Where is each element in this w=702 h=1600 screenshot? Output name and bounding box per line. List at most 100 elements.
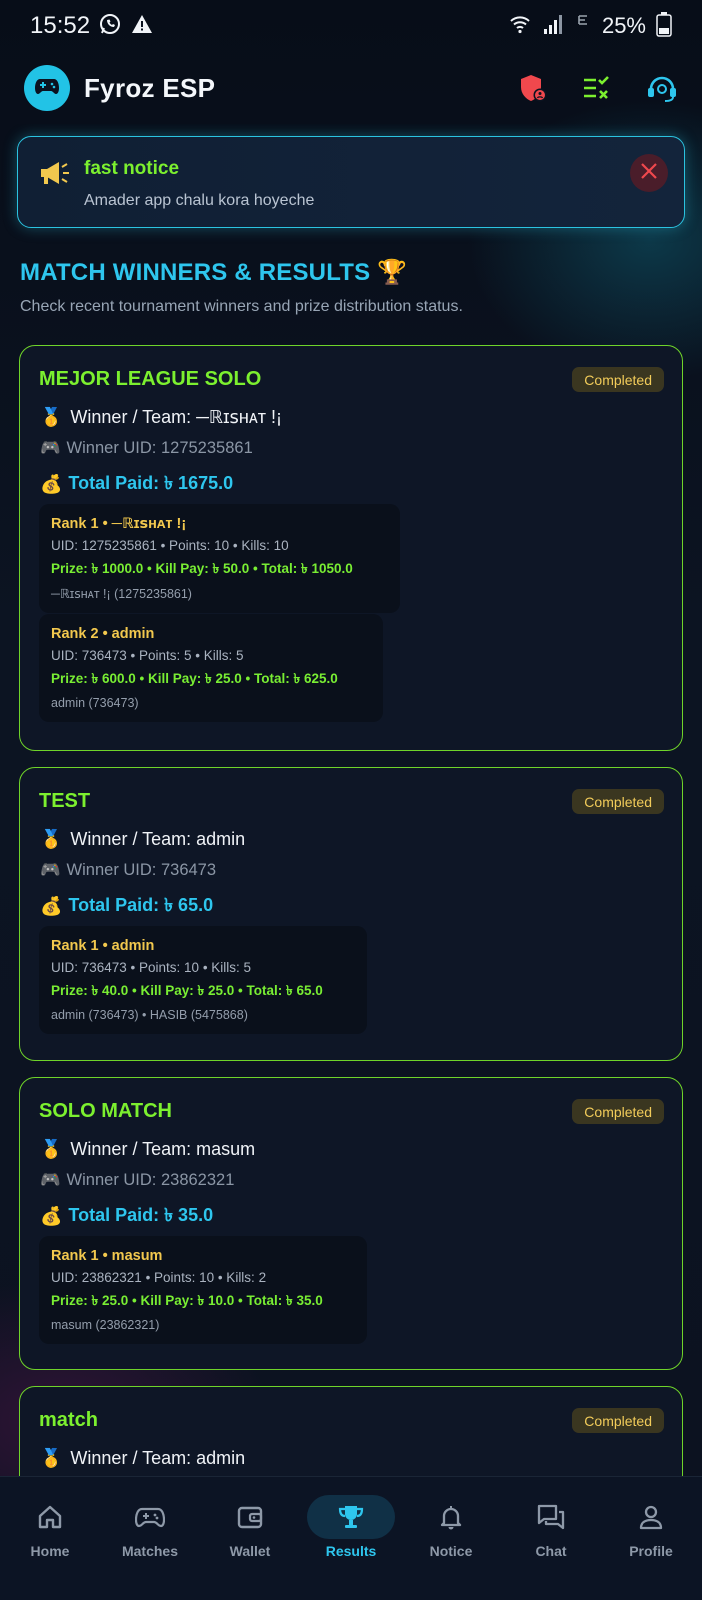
winner-line: 🥇 Winner / Team: masum	[40, 1139, 255, 1160]
status-badge: Completed	[572, 789, 664, 814]
nav-label: Home	[30, 1543, 70, 1559]
section-subtitle: Check recent tournament winners and priz…	[20, 298, 463, 315]
medal-icon: 🥇	[40, 829, 63, 849]
nav-label: Matches	[121, 1543, 179, 1559]
status-badge: Completed	[572, 367, 664, 392]
signal-secondary-icon	[576, 13, 592, 40]
rank-title: Rank 1 • ─ℝɪꜱʜᴀᴛ !¡	[51, 516, 187, 532]
section-title: MATCH WINNERS & RESULTS 🏆	[20, 259, 408, 286]
rank-stats: UID: 736473 • Points: 10 • Kills: 5	[51, 960, 252, 975]
total-paid-text: Total Paid: ৳ 35.0	[68, 1205, 214, 1225]
total-paid-text: Total Paid: ৳ 65.0	[68, 895, 214, 915]
battery-icon	[656, 11, 672, 42]
nav-notice[interactable]: Notice	[406, 1495, 496, 1575]
battery-percent: 25%	[601, 13, 646, 38]
notice-close-button[interactable]	[630, 154, 668, 192]
winner-text: Winner / Team: admin	[70, 1448, 246, 1468]
rank-members: masum (23862321)	[51, 1318, 160, 1332]
money-bag-icon: 💰	[40, 474, 63, 494]
nav-profile[interactable]: Profile	[606, 1495, 696, 1575]
rank-members: admin (736473)	[51, 696, 139, 710]
winner-uid-line: 🎮 Winner UID: 23862321	[40, 1171, 234, 1190]
app-header: Fyroz ESP	[0, 52, 702, 124]
notice-title: fast notice	[84, 158, 180, 179]
gamepad-icon: 🎮	[40, 861, 61, 879]
match-title: MEJOR LEAGUE SOLO	[39, 368, 262, 390]
close-icon	[640, 162, 658, 185]
total-paid-line: 💰 Total Paid: ৳ 35.0	[40, 1201, 213, 1232]
app-title: Fyroz ESP	[84, 72, 216, 103]
support-headset-icon[interactable]	[646, 73, 678, 103]
winner-line: 🥇 Winner / Team: admin	[40, 1448, 245, 1469]
nav-chat[interactable]: Chat	[506, 1495, 596, 1575]
gamepad-icon	[135, 1495, 165, 1539]
nav-home[interactable]: Home	[5, 1495, 95, 1575]
match-title: SOLO MATCH	[39, 1100, 172, 1122]
checklist-icon[interactable]	[582, 75, 612, 101]
rank-members: ─ℝɪꜱʜᴀᴛ !¡ (1275235861)	[51, 587, 192, 601]
winner-text: Winner / Team: ─ℝɪꜱʜᴀᴛ !¡	[70, 407, 283, 427]
nav-wallet[interactable]: Wallet	[205, 1495, 295, 1575]
medal-icon: 🥇	[40, 1448, 63, 1468]
winner-line: 🥇 Winner / Team: admin	[40, 829, 245, 850]
notice-body: Amader app chalu kora hoyeche	[84, 192, 315, 209]
results-content[interactable]: fast notice Amader app chalu kora hoyech…	[0, 124, 702, 1476]
nav-matches[interactable]: Matches	[105, 1495, 195, 1575]
rank-title: Rank 1 • admin	[51, 938, 155, 954]
gamepad-logo-icon	[34, 76, 60, 101]
rank-prize: Prize: ৳ 25.0 • Kill Pay: ৳ 10.0 • Total…	[51, 1293, 323, 1308]
rank-prize: Prize: ৳ 40.0 • Kill Pay: ৳ 25.0 • Total…	[51, 983, 323, 998]
status-bar: 15:52 25%	[0, 0, 702, 52]
winner-text: Winner / Team: masum	[70, 1139, 256, 1159]
gamepad-icon: 🎮	[40, 439, 61, 457]
megaphone-icon	[38, 159, 70, 192]
total-paid-text: Total Paid: ৳ 1675.0	[68, 473, 234, 493]
nav-label: Wallet	[229, 1543, 271, 1559]
warning-icon	[130, 12, 154, 41]
rank-stats: UID: 23862321 • Points: 10 • Kills: 2	[51, 1270, 267, 1285]
whatsapp-icon	[98, 12, 122, 41]
rank-members: admin (736473) • HASIB (5475868)	[51, 1008, 248, 1022]
trophy-icon	[307, 1495, 395, 1539]
match-card[interactable]: TEST Completed 🥇 Winner / Team: admin 🎮 …	[19, 767, 683, 1061]
winner-uid-line: 🎮 Winner UID: 736473	[40, 861, 216, 880]
home-icon	[36, 1495, 64, 1539]
status-badge: Completed	[572, 1099, 664, 1124]
money-bag-icon: 💰	[40, 896, 63, 916]
match-card[interactable]: SOLO MATCH Completed 🥇 Winner / Team: ma…	[19, 1077, 683, 1370]
rank-entry: Rank 1 • masum UID: 23862321 • Points: 1…	[39, 1236, 367, 1344]
match-title: TEST	[39, 790, 91, 812]
winner-uid-text: Winner UID: 23862321	[66, 1171, 235, 1189]
person-icon	[637, 1495, 665, 1539]
rank-entry: Rank 2 • admin UID: 736473 • Points: 5 •…	[39, 614, 383, 722]
rank-title: Rank 1 • masum	[51, 1248, 163, 1264]
nav-label: Chat	[535, 1543, 567, 1559]
shield-admin-icon[interactable]	[518, 73, 548, 103]
app-logo	[24, 65, 70, 111]
nav-results[interactable]: Results	[306, 1495, 396, 1575]
winner-line: 🥇 Winner / Team: ─ℝɪꜱʜᴀᴛ !¡	[40, 407, 282, 428]
match-card[interactable]: match Completed 🥇 Winner / Team: admin	[19, 1386, 683, 1476]
bell-icon	[437, 1495, 465, 1539]
money-bag-icon: 💰	[40, 1206, 63, 1226]
rank-entry: Rank 1 • ─ℝɪꜱʜᴀᴛ !¡ UID: 1275235861 • Po…	[39, 504, 400, 613]
match-card[interactable]: MEJOR LEAGUE SOLO Completed 🥇 Winner / T…	[19, 345, 683, 751]
match-title: match	[39, 1409, 98, 1431]
chat-icon	[536, 1495, 566, 1539]
status-badge: Completed	[572, 1408, 664, 1433]
nav-label: Profile	[629, 1543, 673, 1559]
rank-prize: Prize: ৳ 600.0 • Kill Pay: ৳ 25.0 • Tota…	[51, 671, 338, 686]
winner-text: Winner / Team: admin	[70, 829, 246, 849]
wallet-icon	[236, 1495, 264, 1539]
medal-icon: 🥇	[40, 1139, 63, 1159]
rank-prize: Prize: ৳ 1000.0 • Kill Pay: ৳ 50.0 • Tot…	[51, 561, 353, 576]
wifi-icon	[508, 12, 532, 41]
rank-title: Rank 2 • admin	[51, 626, 155, 642]
signal-icon	[542, 13, 566, 40]
medal-icon: 🥇	[40, 407, 63, 427]
gamepad-icon: 🎮	[40, 1171, 61, 1189]
bottom-nav: Home Matches Wallet Results Notice Chat	[0, 1476, 702, 1600]
winner-uid-text: Winner UID: 1275235861	[66, 439, 253, 457]
total-paid-line: 💰 Total Paid: ৳ 1675.0	[40, 469, 233, 500]
total-paid-line: 💰 Total Paid: ৳ 65.0	[40, 891, 213, 922]
